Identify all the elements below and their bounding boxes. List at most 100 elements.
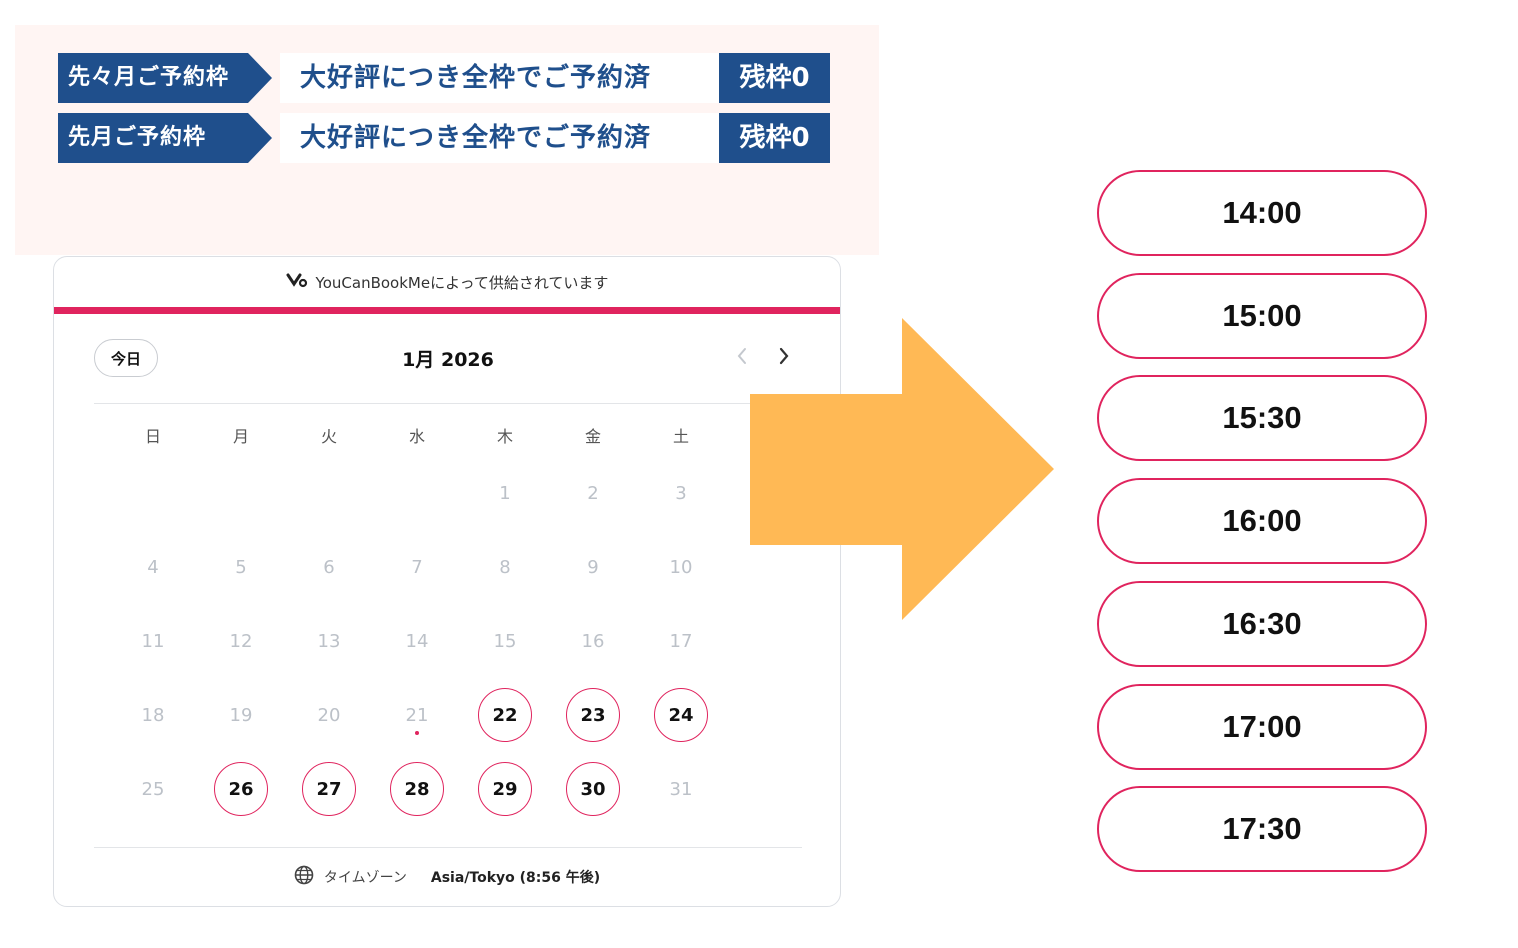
unavailable-day: 11 [126,614,180,668]
right-arrow-graphic [750,318,1054,620]
unavailable-day: 1 [478,466,532,520]
unavailable-day: 9 [566,540,620,594]
unavailable-day: 8 [478,540,532,594]
day-number: 26 [228,778,254,800]
day-number: 3 [675,482,687,504]
weekday-label: 金 [584,427,601,446]
day-number: 13 [317,630,341,652]
day-number: 10 [669,556,693,578]
notice-row: 先々月ご予約枠 大好評につき全枠でご予約済 残枠0 [58,53,830,103]
day-number: 12 [229,630,253,652]
day-number: 27 [316,778,342,800]
time-slot-button[interactable]: 16:30 [1097,580,1427,667]
day-number: 31 [669,778,693,800]
day-number: 25 [141,778,165,800]
day-number: 19 [229,704,253,726]
day-number: 16 [581,630,605,652]
notice-message: 大好評につき全枠でご予約済 [280,53,720,103]
weekday-label: 日 [144,427,161,446]
unavailable-day: 31 [654,762,708,816]
day-number: 21 [405,704,429,726]
timezone-value: Asia/Tokyo (8:56 午後) [430,870,601,886]
day-number: 4 [147,556,159,578]
today-indicator-dot [415,731,419,735]
today-button[interactable]: 今日 [94,339,158,377]
unavailable-day: 7 [390,540,444,594]
day-number: 14 [405,630,429,652]
chevron-left-icon [735,346,749,370]
available-day-button[interactable]: 28 [390,762,444,816]
remaining-slots-badge: 残枠0 [719,113,830,163]
day-number: 24 [668,704,694,726]
unavailable-day: 25 [126,762,180,816]
day-number: 1 [499,482,511,504]
divider [94,403,802,404]
month-title: 1月 2026 [402,348,494,371]
period-label: 先々月ご予約枠 [58,53,272,103]
day-number: 9 [587,556,599,578]
youcanbookme-logo-icon [286,272,308,292]
time-slot-button[interactable]: 17:30 [1097,786,1427,873]
unavailable-day: 12 [214,614,268,668]
timezone-label: タイムゾーン [323,870,407,886]
available-day-button[interactable]: 30 [566,762,620,816]
time-slot-button[interactable]: 15:30 [1097,375,1427,462]
unavailable-day: 13 [302,614,356,668]
available-day-button[interactable]: 24 [654,688,708,742]
notice-row: 先月ご予約枠 大好評につき全枠でご予約済 残枠0 [58,113,830,163]
available-day-button[interactable]: 29 [478,762,532,816]
unavailable-day: 16 [566,614,620,668]
day-number: 29 [492,778,518,800]
accent-bar [54,307,840,314]
day-number: 7 [411,556,423,578]
unavailable-day: 20 [302,688,356,742]
available-day-button[interactable]: 23 [566,688,620,742]
day-number: 23 [580,704,606,726]
booking-calendar-card: YouCanBookMeによって供給されています 今日 1月 2026 日 月 火 水… [53,256,841,907]
unavailable-day: 17 [654,614,708,668]
globe-icon [294,865,314,889]
unavailable-day: 3 [654,466,708,520]
unavailable-day: 21 [390,688,444,742]
unavailable-day: 10 [654,540,708,594]
timezone-selector[interactable]: タイムゾーン Asia/Tokyo (8:56 午後) [54,857,840,897]
unavailable-day: 6 [302,540,356,594]
unavailable-day: 19 [214,688,268,742]
day-number: 8 [499,556,511,578]
time-slot-button[interactable]: 14:00 [1097,170,1427,256]
weekday-label: 水 [408,427,425,446]
time-slot-button[interactable]: 15:00 [1097,272,1427,359]
day-number: 22 [492,704,518,726]
day-number: 28 [404,778,430,800]
unavailable-day: 15 [478,614,532,668]
powered-by-bar: YouCanBookMeによって供給されています [54,257,840,307]
booked-out-notice: 先々月ご予約枠 大好評につき全枠でご予約済 残枠0 先月ご予約枠 大好評につき全… [15,25,879,255]
day-number: 17 [669,630,693,652]
weekday-label: 月 [232,427,249,446]
available-day-button[interactable]: 27 [302,762,356,816]
period-label: 先月ご予約枠 [58,113,272,163]
day-number: 6 [323,556,335,578]
day-number: 5 [235,556,247,578]
divider [94,847,802,848]
unavailable-day: 14 [390,614,444,668]
time-slot-button[interactable]: 17:00 [1097,683,1427,770]
day-number: 2 [587,482,599,504]
day-number: 20 [317,704,341,726]
day-number: 15 [493,630,517,652]
remaining-slots-badge: 残枠0 [719,53,830,103]
unavailable-day: 4 [126,540,180,594]
available-day-button[interactable]: 22 [478,688,532,742]
unavailable-day: 2 [566,466,620,520]
powered-by-text: YouCanBookMeによって供給されています [315,273,609,292]
time-slot-button[interactable]: 16:00 [1097,478,1427,565]
day-number: 11 [141,630,165,652]
weekday-label: 木 [496,427,513,446]
weekday-label: 火 [320,427,337,446]
available-day-button[interactable]: 26 [214,762,268,816]
notice-message: 大好評につき全枠でご予約済 [280,113,720,163]
unavailable-day: 18 [126,688,180,742]
weekday-label: 土 [672,427,689,446]
day-number: 18 [141,704,165,726]
day-number: 30 [580,778,606,800]
